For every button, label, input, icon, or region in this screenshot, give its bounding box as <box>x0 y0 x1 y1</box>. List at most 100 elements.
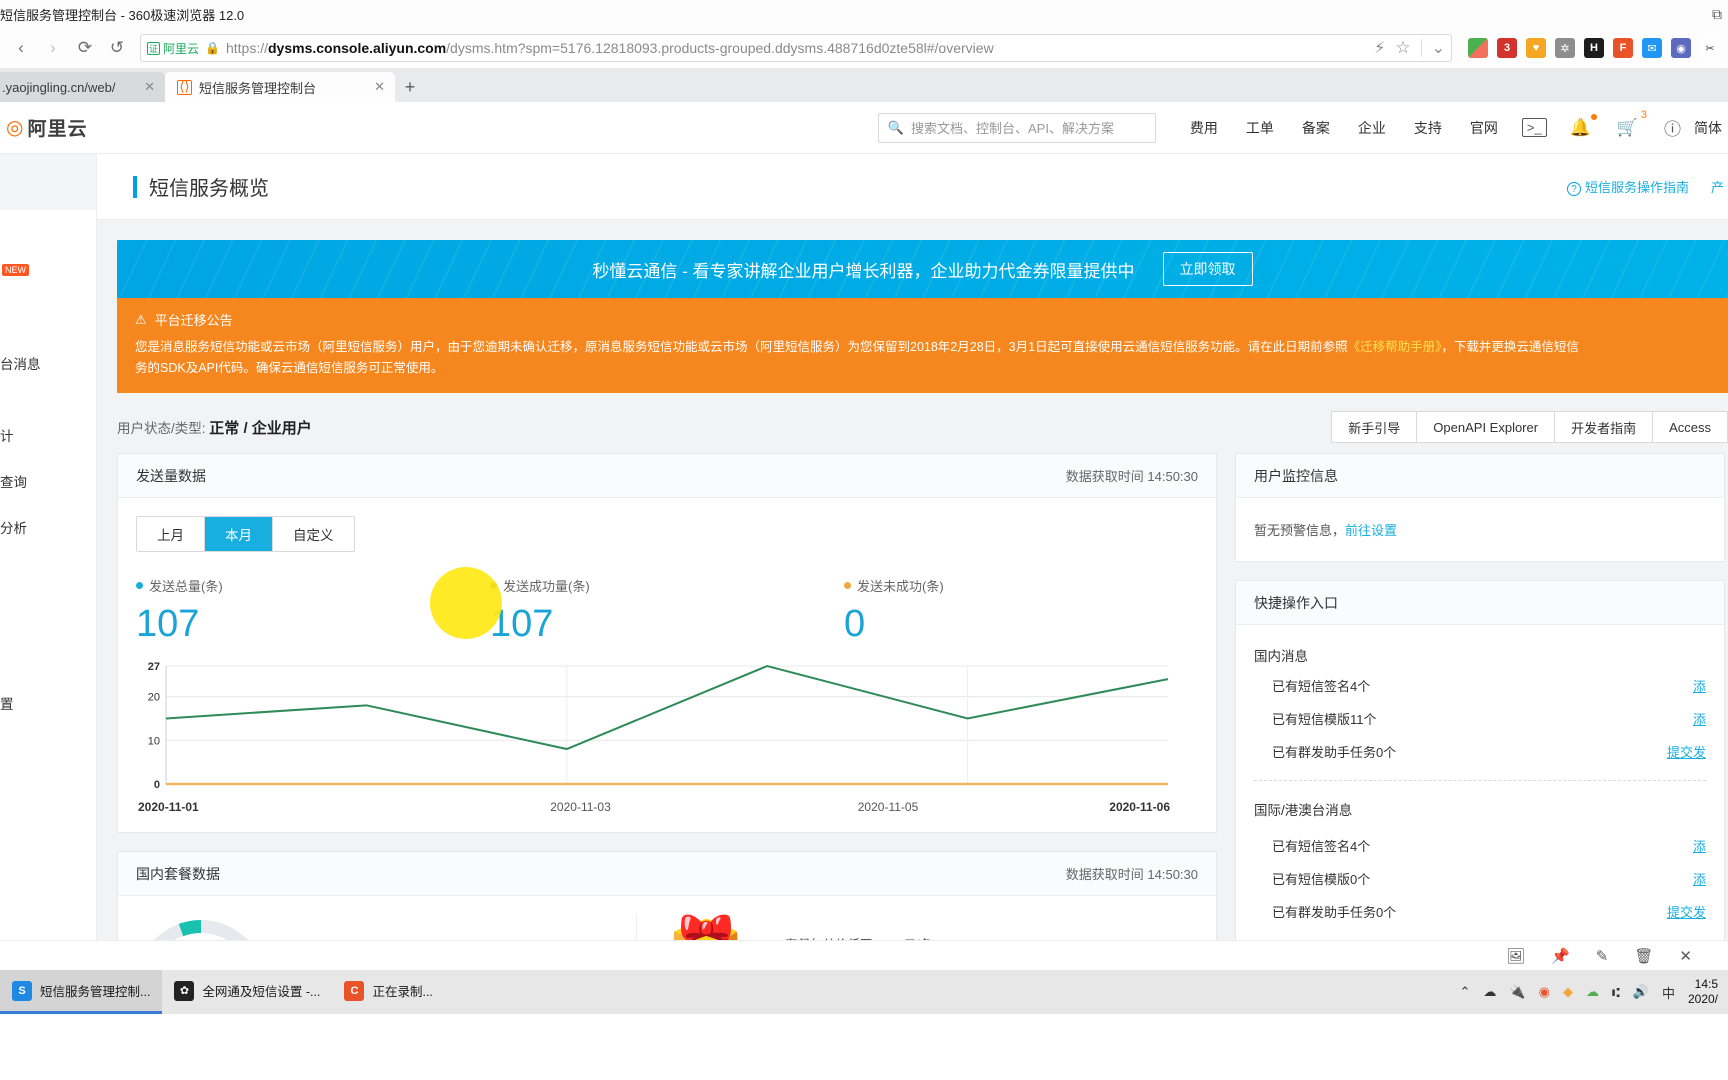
nav-fees[interactable]: 费用 <box>1176 118 1232 138</box>
taskbar-item-sms-console[interactable]: S 短信服务管理控制... <box>0 970 163 1014</box>
home-button[interactable]: ↺ <box>104 35 130 61</box>
new-tab-button[interactable]: + <box>395 72 425 102</box>
favicon-aliyun-icon: ⟨⟩ <box>177 79 192 95</box>
recorder-toolbar: 🖼 📌 ✎ 🗑 ✕ <box>0 940 1728 970</box>
search-placeholder: 搜索文档、控制台、API、解决方案 <box>911 121 1114 136</box>
volume-icon[interactable]: 🔊 <box>1633 984 1649 1000</box>
usb-icon[interactable]: 🔌 <box>1509 984 1525 1000</box>
trash-icon[interactable]: 🗑 <box>1634 947 1653 965</box>
chevron-down-icon[interactable]: ⌄ <box>1432 38 1445 58</box>
cart-icon[interactable]: 🛒 3 <box>1604 109 1651 138</box>
tab-close-icon[interactable]: ✕ <box>144 79 155 95</box>
quick-row-signature-domestic: 已有短信签名4个 添 <box>1254 669 1706 702</box>
windows-tiles-icon[interactable] <box>1468 38 1488 58</box>
lock-icon: 🔒 <box>205 41 220 55</box>
scissors-icon[interactable]: ✂ <box>1700 38 1720 58</box>
migration-manual-link[interactable]: 《迁移帮助手册》 <box>1348 340 1442 354</box>
address-bar[interactable]: 证 阿里云 🔒 https://dysms.console.aliyun.com… <box>140 34 1452 62</box>
reload-button[interactable]: ⟳ <box>72 35 98 61</box>
row-action-link[interactable]: 添 <box>1693 836 1706 855</box>
global-search[interactable]: 🔍 搜索文档、控制台、API、解决方案 <box>877 112 1156 143</box>
sidebar-item-0[interactable]: NEW <box>0 252 96 298</box>
rubik-cube-icon[interactable]: 3 <box>1497 38 1517 58</box>
forward-button[interactable]: › <box>40 35 66 61</box>
browser-tab-1[interactable]: .yaojingling.cn/web/ ✕ <box>0 72 165 102</box>
card-header: 快捷操作入口 <box>1236 581 1724 625</box>
ime-icon[interactable]: 中 <box>1662 983 1675 1002</box>
cloud-icon[interactable]: ☁ <box>1586 984 1599 1000</box>
period-last-month[interactable]: 上月 <box>137 517 205 551</box>
product-link[interactable]: 产 <box>1711 177 1724 196</box>
chrome-icon[interactable]: ◉ <box>1539 984 1550 1000</box>
row-action-link[interactable]: 提交发 <box>1667 742 1706 761</box>
onedrive-icon[interactable]: ☁ <box>1483 984 1496 1000</box>
row-action-link[interactable]: 添 <box>1693 869 1706 888</box>
chevron-up-icon[interactable]: ⌃ <box>1460 984 1471 1000</box>
developer-guide-button[interactable]: 开发者指南 <box>1554 411 1654 443</box>
gift-icon: 🎁 <box>667 919 745 941</box>
chat-icon[interactable]: ✉ <box>1642 38 1662 58</box>
promo-text: 秒懂云通信 - 看专家讲解企业用户增长利器，企业助力代金券限量提供中 <box>592 261 1135 281</box>
pdf-icon[interactable]: F <box>1613 38 1633 58</box>
period-segmented-control: 上月 本月 自定义 <box>136 516 355 552</box>
row-action-link[interactable]: 提交发 <box>1667 902 1706 921</box>
accesskey-button[interactable]: Access <box>1652 411 1728 443</box>
browser-tab-2[interactable]: ⟨⟩ 短信服务管理控制台 ✕ <box>165 72 395 102</box>
taskbar-item-recorder[interactable]: C 正在录制... <box>332 970 444 1014</box>
period-custom[interactable]: 自定义 <box>273 517 354 551</box>
sidebar-item-query[interactable]: 查询 <box>0 458 96 504</box>
bell-icon[interactable]: 🔔 <box>1557 113 1604 138</box>
shield-icon[interactable]: ◆ <box>1563 984 1573 1000</box>
camera-icon[interactable]: ◉ <box>1671 38 1691 58</box>
certificate-badge[interactable]: 证 阿里云 <box>147 40 199 57</box>
period-this-month[interactable]: 本月 <box>205 517 273 551</box>
monitor-settings-link[interactable]: 前往设置 <box>1345 523 1397 538</box>
h-icon[interactable]: H <box>1584 38 1604 58</box>
nav-icp[interactable]: 备案 <box>1288 118 1344 138</box>
monitor-empty-text: 暂无预警信息， <box>1254 523 1346 538</box>
url-prefix: https:// <box>225 40 268 56</box>
sidebar-item-stats[interactable]: 计 <box>0 412 96 458</box>
sidebar-item-label: 台消息 <box>0 357 41 372</box>
close-icon[interactable]: ✕ <box>1679 947 1692 965</box>
openapi-explorer-button[interactable]: OpenAPI Explorer <box>1416 411 1556 443</box>
chart-svg: 10 20 27 0 <box>148 661 1169 791</box>
urlbar-actions: ⚡ ☆ ⌄ <box>1374 38 1445 58</box>
nav-website[interactable]: 官网 <box>1456 118 1512 138</box>
sidebar-item-analysis[interactable]: 分析 <box>0 504 96 550</box>
image-icon[interactable]: 🖼 <box>1506 947 1525 965</box>
nav-support[interactable]: 支持 <box>1400 118 1456 138</box>
back-button[interactable]: ‹ <box>8 35 34 61</box>
nav-tickets[interactable]: 工单 <box>1232 118 1288 138</box>
aliyun-logo[interactable]: ◎ 阿里云 <box>0 114 108 141</box>
promo-claim-button[interactable]: 立即领取 <box>1162 252 1253 286</box>
beginner-guide-button[interactable]: 新手引导 <box>1331 411 1418 443</box>
tab-close-icon[interactable]: ✕ <box>374 79 385 95</box>
gauge-column: 余量 可用余量 3,948 <box>136 914 636 940</box>
row-action-link[interactable]: 添 <box>1693 676 1706 695</box>
sidebar-item-messages[interactable]: 台消息 <box>0 340 96 386</box>
gear-icon[interactable]: ✲ <box>1555 38 1575 58</box>
bookmark-star-icon[interactable]: ☆ <box>1395 38 1410 58</box>
window-controls[interactable]: ⧉ <box>1712 0 1722 28</box>
cloud-shell-icon[interactable]: >_ <box>1521 118 1547 137</box>
nav-enterprise[interactable]: 企业 <box>1344 118 1400 138</box>
restore-icon[interactable]: ⧉ <box>1712 6 1722 23</box>
network-icon[interactable]: ⑆ <box>1612 985 1620 1000</box>
row-action-link[interactable]: 添 <box>1693 709 1706 728</box>
operation-guide-link[interactable]: ? 短信服务操作指南 <box>1566 177 1689 197</box>
help-icon[interactable]: ⓘ <box>1651 115 1694 140</box>
shield-icon[interactable]: ♥ <box>1526 38 1546 58</box>
edit-icon[interactable]: ✎ <box>1596 947 1609 965</box>
app-icon: C <box>344 980 365 1001</box>
sidebar-item-settings[interactable]: 置 <box>0 680 96 726</box>
notice-line1b: ，下载并更换云通信短信 <box>1441 340 1579 354</box>
clock[interactable]: 14:5 2020/ <box>1688 977 1718 1007</box>
taskbar-item-browser[interactable]: ✿ 全网通及短信设置 -... <box>162 970 332 1014</box>
new-badge: NEW <box>2 264 29 276</box>
url-text[interactable]: https://dysms.console.aliyun.com/dysms.h… <box>226 40 1368 56</box>
lightning-icon[interactable]: ⚡ <box>1374 38 1385 58</box>
pin-icon[interactable]: 📌 <box>1551 947 1570 965</box>
language-switch[interactable]: 简体 <box>1694 118 1724 138</box>
certificate-name: 阿里云 <box>163 41 200 56</box>
